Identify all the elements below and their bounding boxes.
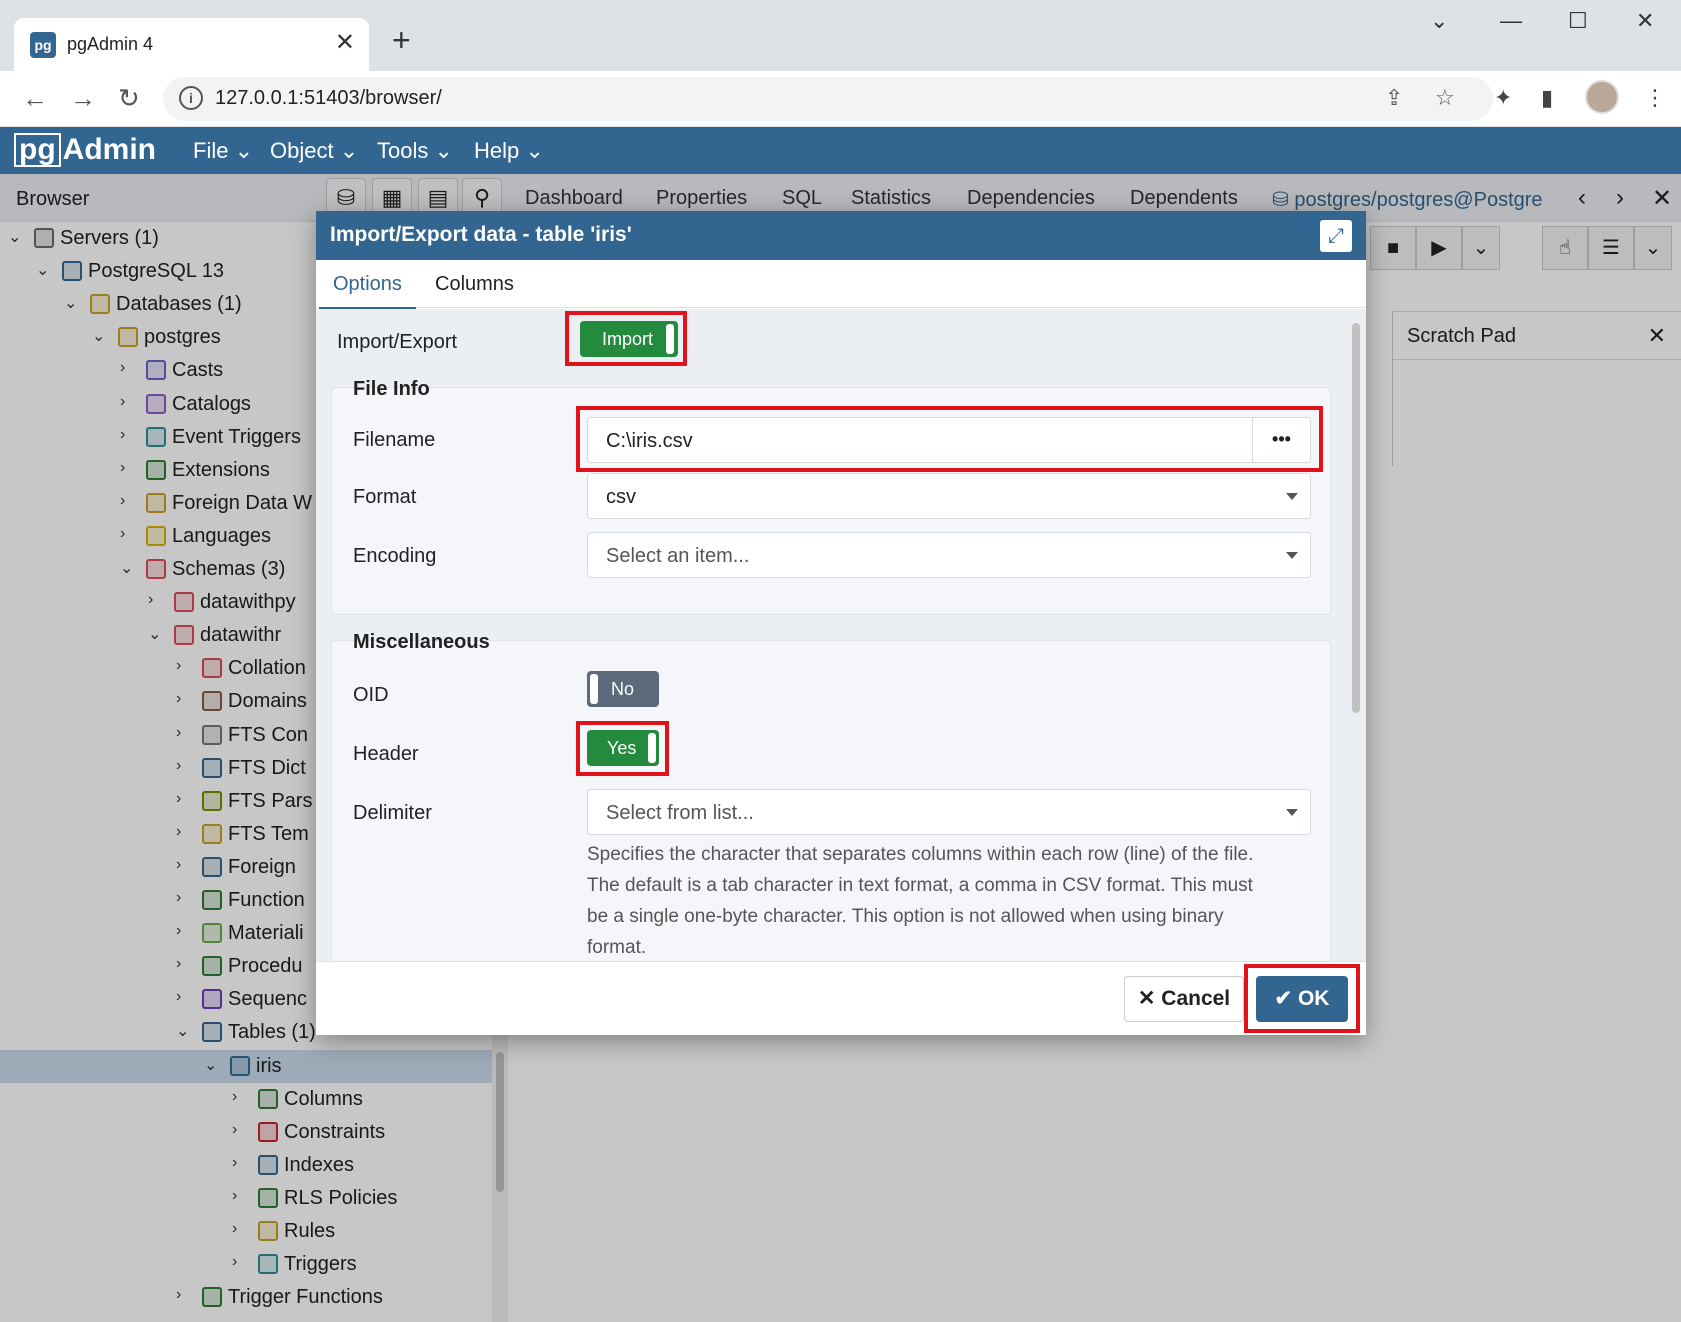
share-icon[interactable]: ⇪ <box>1385 85 1403 111</box>
pgadmin-navbar: pg Admin File ⌄ Object ⌄ Tools ⌄ Help ⌄ <box>0 127 1681 174</box>
browser-tab[interactable]: pg pgAdmin 4 ✕ <box>14 18 369 71</box>
maximize-dialog-icon[interactable]: ⤢ <box>1320 220 1352 252</box>
highlight-box <box>565 311 687 366</box>
highlight-box <box>576 406 1323 472</box>
dialog-title: Import/Export data - table 'iris' <box>330 223 632 246</box>
menu-tools[interactable]: Tools ⌄ <box>377 138 453 164</box>
close-icon: ✕ <box>1137 987 1156 1010</box>
oid-label: OID <box>353 684 389 706</box>
site-info-icon[interactable]: i <box>179 86 203 110</box>
menu-file-label: File <box>193 138 229 163</box>
menu-help[interactable]: Help ⌄ <box>474 138 544 164</box>
menu-tools-label: Tools <box>377 138 429 163</box>
dialog-tabs: Options Columns <box>316 260 1366 310</box>
reload-icon[interactable]: ↻ <box>118 83 140 114</box>
chevron-down-icon: ⌄ <box>434 138 453 163</box>
browser-tab-title: pgAdmin 4 <box>67 34 154 54</box>
maximize-icon[interactable]: ☐ <box>1568 8 1588 34</box>
cancel-button[interactable]: ✕ Cancel <box>1124 976 1244 1022</box>
window-close-icon[interactable]: ✕ <box>1636 8 1654 34</box>
url-field[interactable]: i 127.0.0.1:51403/browser/ ⇪ ☆ <box>163 77 1493 121</box>
chevron-down-icon: ⌄ <box>234 138 254 163</box>
minimize-icon[interactable]: — <box>1500 8 1522 34</box>
cancel-label: Cancel <box>1161 987 1231 1010</box>
browser-menu-icon[interactable]: ⋮ <box>1644 85 1666 111</box>
delimiter-label: Delimiter <box>353 802 432 824</box>
import-export-label: Import/Export <box>337 331 458 353</box>
delimiter-select[interactable]: Select from list... <box>587 789 1311 835</box>
logo-pg: pg <box>14 133 61 167</box>
menu-file[interactable]: File ⌄ <box>193 138 253 164</box>
menu-object-label: Object <box>270 138 334 163</box>
profile-avatar[interactable] <box>1585 80 1619 114</box>
chevron-down-icon: ⌄ <box>525 138 544 163</box>
oid-toggle-label: No <box>611 679 635 699</box>
format-value: csv <box>606 486 636 508</box>
dialog-footer: ✕ Cancel ✔ OK <box>316 961 1366 1035</box>
import-export-dialog: Import/Export data - table 'iris' ⤢ Opti… <box>316 211 1366 1035</box>
miscellaneous-legend: Miscellaneous <box>353 631 490 653</box>
browser-tabstrip: pg pgAdmin 4 ✕ + ⌄ — ☐ ✕ <box>0 0 1681 71</box>
encoding-select[interactable]: Select an item... <box>587 532 1311 578</box>
logo-admin: Admin <box>62 133 156 166</box>
bookmark-star-icon[interactable]: ☆ <box>1435 85 1455 111</box>
tab-options[interactable]: Options <box>319 273 416 310</box>
format-select[interactable]: csv <box>587 473 1311 519</box>
extensions-puzzle-icon[interactable]: ✦ <box>1494 85 1512 111</box>
side-panel-icon[interactable]: ▮ <box>1541 85 1553 111</box>
back-icon[interactable]: ← <box>22 83 48 114</box>
close-tab-icon[interactable]: ✕ <box>335 28 355 57</box>
tab-columns[interactable]: Columns <box>435 273 514 296</box>
highlight-box <box>576 721 669 776</box>
new-tab-icon[interactable]: + <box>392 24 411 56</box>
delimiter-placeholder: Select from list... <box>606 802 754 824</box>
url-text: 127.0.0.1:51403/browser/ <box>215 87 442 109</box>
file-info-legend: File Info <box>353 378 430 400</box>
address-bar: ← → ↻ i 127.0.0.1:51403/browser/ ⇪ ☆ ✦ ▮… <box>0 71 1681 127</box>
highlight-box <box>1244 964 1360 1033</box>
oid-toggle[interactable]: No <box>587 671 659 707</box>
encoding-placeholder: Select an item... <box>606 545 750 567</box>
menu-help-label: Help <box>474 138 520 163</box>
chevron-down-icon: ⌄ <box>339 138 359 163</box>
filename-label: Filename <box>353 429 436 451</box>
toggle-knob <box>590 674 598 704</box>
header-label: Header <box>353 743 419 765</box>
caret-down-icon <box>1286 552 1298 559</box>
caret-down-icon <box>1286 493 1298 500</box>
delimiter-help-text: Specifies the character that separates c… <box>587 844 1254 958</box>
dialog-scrollbar-thumb[interactable] <box>1352 323 1360 713</box>
format-label: Format <box>353 486 417 508</box>
pgadmin-logo: pg Admin <box>14 131 156 169</box>
forward-icon[interactable]: → <box>70 83 96 114</box>
dialog-body: Import/Export Import File Info Filename … <box>316 309 1366 961</box>
dialog-header: Import/Export data - table 'iris' ⤢ <box>316 211 1366 260</box>
pgadmin-favicon-icon: pg <box>30 32 56 58</box>
encoding-label: Encoding <box>353 545 437 567</box>
menu-object[interactable]: Object ⌄ <box>270 138 358 164</box>
tab-search-icon[interactable]: ⌄ <box>1430 8 1448 34</box>
caret-down-icon <box>1286 809 1298 816</box>
